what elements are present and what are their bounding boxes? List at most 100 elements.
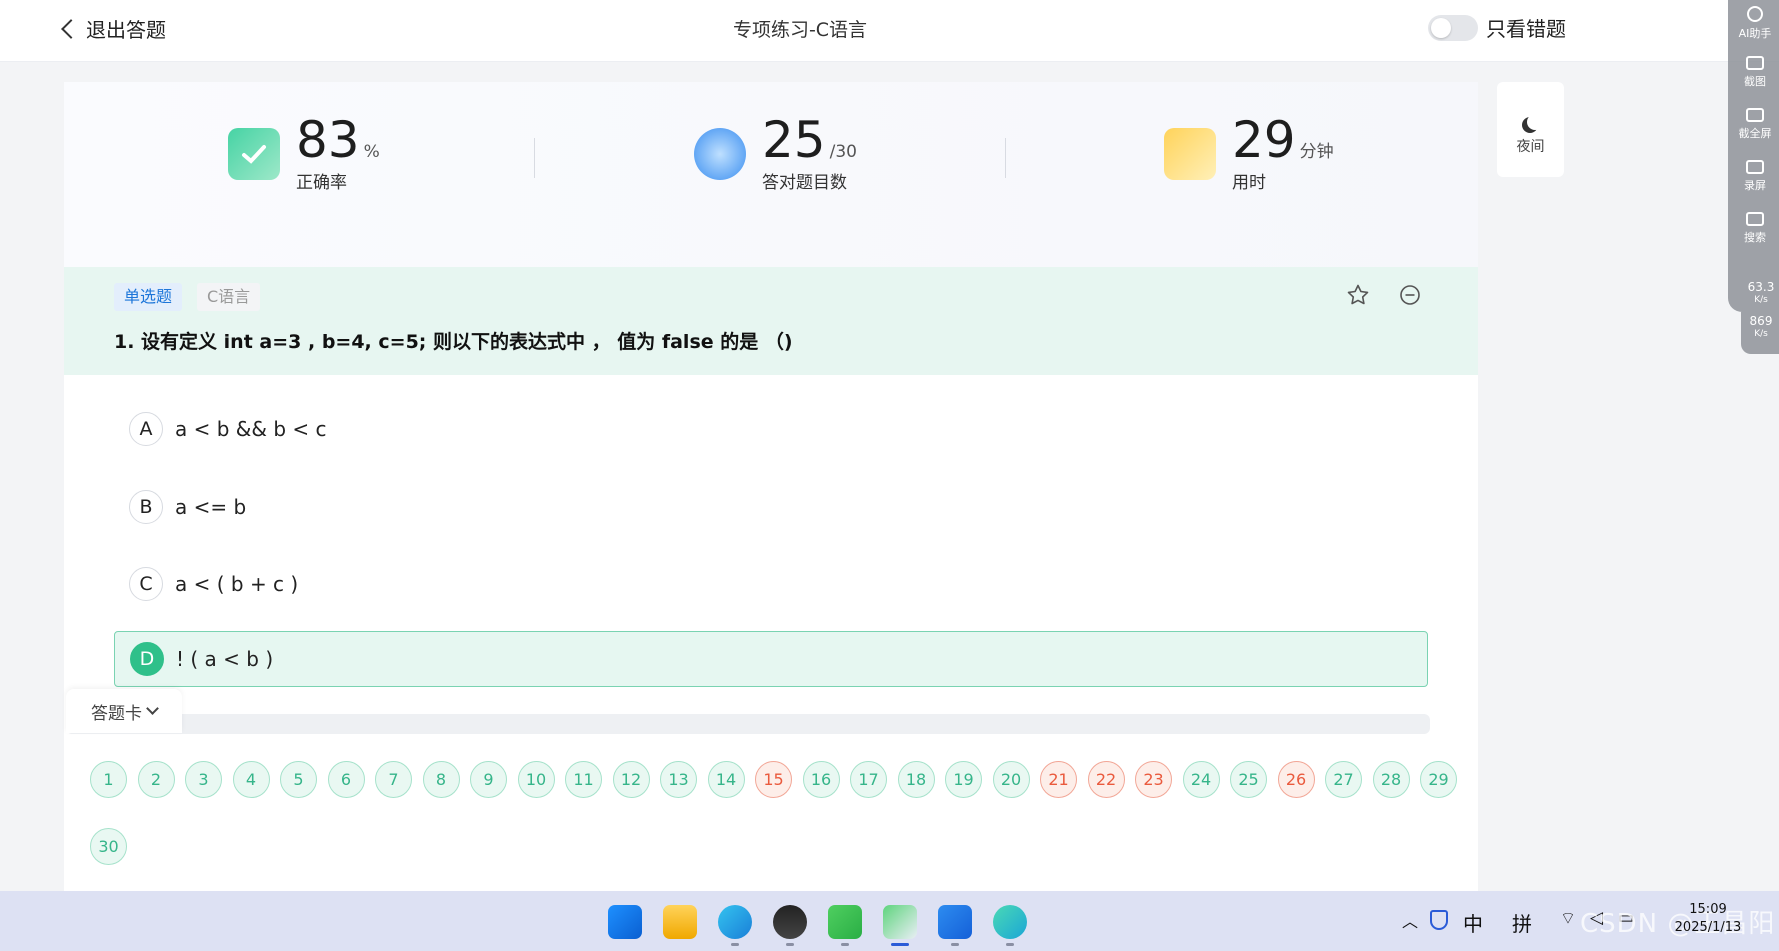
record-tool[interactable]: 录屏 (1731, 160, 1779, 193)
wrong-only-toggle[interactable] (1428, 14, 1478, 41)
answer-card-number-17[interactable]: 17 (850, 761, 887, 798)
answer-card-number-20[interactable]: 20 (992, 761, 1030, 798)
running-indicator (891, 943, 909, 946)
file-explorer-icon[interactable] (663, 905, 697, 939)
answer-card-number-7[interactable]: 7 (375, 761, 412, 798)
medal-icon (694, 127, 746, 180)
page-title: 专项练习-C语言 (732, 19, 868, 41)
ai-assistant-icon (1747, 6, 1763, 22)
answer-card-panel (66, 735, 1478, 892)
option-letter: B (129, 490, 163, 524)
record-icon (1746, 160, 1764, 174)
answer-card-number-19[interactable]: 19 (945, 761, 982, 798)
screenshot-icon (1746, 56, 1764, 70)
answer-card-number-11[interactable]: 11 (565, 761, 602, 798)
edge-browser-icon[interactable] (718, 905, 752, 939)
answer-card-number-3[interactable]: 3 (185, 761, 222, 798)
time-used-label: 用时 (1232, 173, 1266, 193)
answer-card-edge (66, 714, 1430, 734)
accuracy-value: 83 (296, 111, 360, 169)
ime-language-indicator[interactable]: 中 (1463, 908, 1483, 937)
answer-card-number-25[interactable]: 25 (1230, 761, 1267, 798)
answer-card-toggle[interactable]: 答题卡 (66, 689, 182, 733)
security-shield-icon[interactable] (1430, 910, 1448, 930)
option-a[interactable]: A a < b && b < c (114, 401, 1428, 457)
screenshot-tool[interactable]: 截图 (1731, 56, 1779, 89)
top-bar: 退出答题 专项练习-C语言 只看错题 (0, 0, 1779, 62)
sogou-icon[interactable] (993, 905, 1027, 939)
accuracy-unit: % (363, 142, 380, 162)
correct-count-label: 答对题目数 (762, 173, 847, 193)
option-letter: C (129, 567, 163, 601)
answer-card-number-29[interactable]: 29 (1420, 761, 1457, 798)
download-speed: 869 K/s (1749, 314, 1773, 340)
answer-card-number-1[interactable]: 1 (90, 761, 127, 798)
search-tool[interactable]: 搜索 (1731, 212, 1779, 245)
time-used-stat: 29 分钟 用时 (1164, 114, 1334, 193)
ai-assistant-tool[interactable]: AI助手 (1731, 6, 1779, 41)
meitu-icon[interactable] (938, 905, 972, 939)
running-indicator (731, 943, 739, 946)
answer-card-number-28[interactable]: 28 (1372, 761, 1410, 798)
upload-speed: 63.3 K/s (1747, 280, 1775, 306)
answer-card-number-30[interactable]: 30 (90, 828, 127, 865)
check-book-icon (228, 127, 280, 180)
answer-card-number-18[interactable]: 18 (897, 761, 935, 798)
answer-card-number-2[interactable]: 2 (137, 761, 175, 798)
option-text: a <= b (175, 495, 247, 519)
night-mode-button[interactable]: 夜间 (1497, 82, 1564, 177)
wechat-icon[interactable] (828, 905, 862, 939)
option-d[interactable]: D ! ( a < b ) (114, 631, 1428, 687)
tray-overflow-icon[interactable]: ︿ (1402, 908, 1418, 932)
answer-card-number-23[interactable]: 23 (1135, 761, 1172, 798)
question-text: 1. 设有定义 int a=3 , b=4, c=5; 则以下的表达式中 ， 值… (114, 331, 793, 353)
option-text: a < b && b < c (175, 417, 327, 441)
running-indicator (786, 943, 794, 946)
question-language-tag: C语言 (197, 283, 261, 311)
answer-card-number-27[interactable]: 27 (1325, 761, 1362, 798)
qq-icon[interactable] (773, 905, 807, 939)
wrong-only-label: 只看错题 (1486, 17, 1566, 41)
answer-card-number-13[interactable]: 13 (660, 761, 697, 798)
option-letter: D (130, 642, 164, 676)
taskbar-clock[interactable]: 15:09 2025/1/13 (1668, 901, 1748, 937)
option-b[interactable]: B a <= b (114, 479, 1428, 535)
answer-card-number-9[interactable]: 9 (470, 761, 507, 798)
question-header: 单选题 C语言 1. 设有定义 int a=3 , b=4, c=5; 则以下的… (64, 267, 1478, 375)
answer-card-number-8[interactable]: 8 (422, 761, 460, 798)
floating-tool-strip (1728, 0, 1779, 312)
answer-card-number-14[interactable]: 14 (707, 761, 745, 798)
fullscreen-capture-tool[interactable]: 截全屏 (1731, 108, 1779, 141)
stats-panel: 83% 正确率 25/30 答对题目数 29 分钟 用时 (64, 82, 1478, 267)
answer-card-number-26[interactable]: 26 (1277, 761, 1315, 798)
remote-desktop-icon[interactable] (883, 905, 917, 939)
answer-card-number-24[interactable]: 24 (1182, 761, 1220, 798)
remove-question-icon[interactable] (1398, 283, 1422, 307)
answer-card-number-22[interactable]: 22 (1087, 761, 1125, 798)
answer-card-number-12[interactable]: 12 (612, 761, 650, 798)
answer-card-number-15[interactable]: 15 (755, 761, 792, 798)
ime-mode-indicator[interactable]: 拼 (1512, 908, 1532, 937)
favorite-star-icon[interactable] (1346, 283, 1370, 307)
clock-time: 15:09 (1689, 902, 1727, 917)
windows-start-icon[interactable] (608, 905, 642, 939)
question-type-tag: 单选题 (114, 283, 183, 311)
answer-card-number-21[interactable]: 21 (1040, 761, 1077, 798)
wifi-icon[interactable]: ⌔ (1560, 908, 1576, 929)
divider (534, 138, 535, 178)
answer-card-number-6[interactable]: 6 (327, 761, 365, 798)
answer-card-number-5[interactable]: 5 (280, 761, 317, 798)
option-c[interactable]: C a < ( b + c ) (114, 556, 1428, 612)
chevron-down-icon (146, 702, 159, 715)
night-mode-label: 夜间 (1516, 139, 1545, 155)
answer-card-number-10[interactable]: 10 (517, 761, 555, 798)
answer-card-number-4[interactable]: 4 (232, 761, 270, 798)
accuracy-stat: 83% 正确率 (228, 114, 380, 193)
running-indicator (951, 943, 959, 946)
time-used-unit: 分钟 (1299, 142, 1334, 162)
answer-card-label: 答题卡 (91, 703, 142, 724)
answer-card-number-16[interactable]: 16 (802, 761, 840, 798)
fullscreen-capture-icon (1746, 108, 1764, 122)
divider (1005, 138, 1006, 178)
running-indicator (1006, 943, 1014, 946)
